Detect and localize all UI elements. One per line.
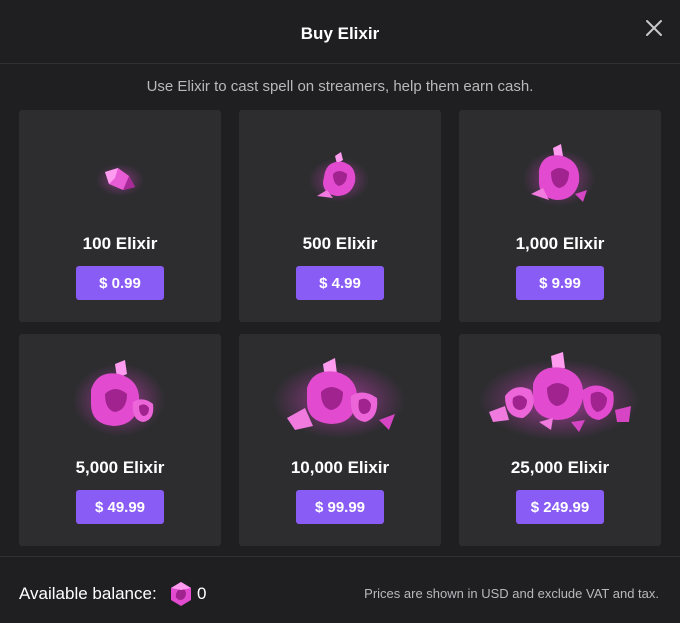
buy-button-500[interactable]: $ 4.99: [296, 266, 384, 300]
buy-button-1000[interactable]: $ 9.99: [516, 266, 604, 300]
elixir-crystal-icon: [459, 110, 661, 230]
buy-elixir-dialog: Buy Elixir Use Elixir to cast spell on s…: [0, 0, 680, 623]
package-grid: 100 Elixir $ 0.99 500 Elixir $ 4.99 1,00…: [19, 110, 661, 546]
package-amount: 5,000 Elixir: [75, 458, 165, 477]
elixir-crystal-icon: [459, 334, 661, 454]
package-card-1000[interactable]: 1,000 Elixir $ 9.99: [459, 110, 661, 322]
dialog-header: Buy Elixir: [0, 0, 680, 64]
buy-button-25000[interactable]: $ 249.99: [516, 490, 604, 524]
package-amount: 1,000 Elixir: [515, 234, 605, 253]
package-card-10000[interactable]: 10,000 Elixir $ 99.99: [239, 334, 441, 546]
package-amount: 500 Elixir: [302, 234, 378, 253]
package-card-100[interactable]: 100 Elixir $ 0.99: [19, 110, 221, 322]
dialog-footer: Available balance: 0 Prices are shown in…: [0, 556, 680, 623]
package-amount: 25,000 Elixir: [510, 458, 610, 477]
package-card-500[interactable]: 500 Elixir $ 4.99: [239, 110, 441, 322]
elixir-crystal-icon: [239, 334, 441, 454]
dialog-subtitle: Use Elixir to cast spell on streamers, h…: [146, 78, 534, 95]
dialog-title: Buy Elixir: [300, 24, 380, 43]
package-card-5000[interactable]: 5,000 Elixir $ 49.99: [19, 334, 221, 546]
buy-button-10000[interactable]: $ 99.99: [296, 490, 384, 524]
package-card-25000[interactable]: 25,000 Elixir $ 249.99: [459, 334, 661, 546]
elixir-crystal-icon: [19, 334, 221, 454]
balance-label: Available balance:: [19, 584, 157, 603]
elixir-crystal-icon: [239, 110, 441, 230]
close-icon[interactable]: [642, 16, 666, 40]
buy-button-100[interactable]: $ 0.99: [76, 266, 164, 300]
package-amount: 10,000 Elixir: [290, 458, 390, 477]
package-amount: 100 Elixir: [82, 234, 158, 253]
balance-value: 0: [197, 584, 207, 603]
elixir-icon: [169, 581, 193, 607]
buy-button-5000[interactable]: $ 49.99: [76, 490, 164, 524]
price-disclaimer: Prices are shown in USD and exclude VAT …: [364, 586, 659, 601]
elixir-crystal-icon: [19, 110, 221, 230]
